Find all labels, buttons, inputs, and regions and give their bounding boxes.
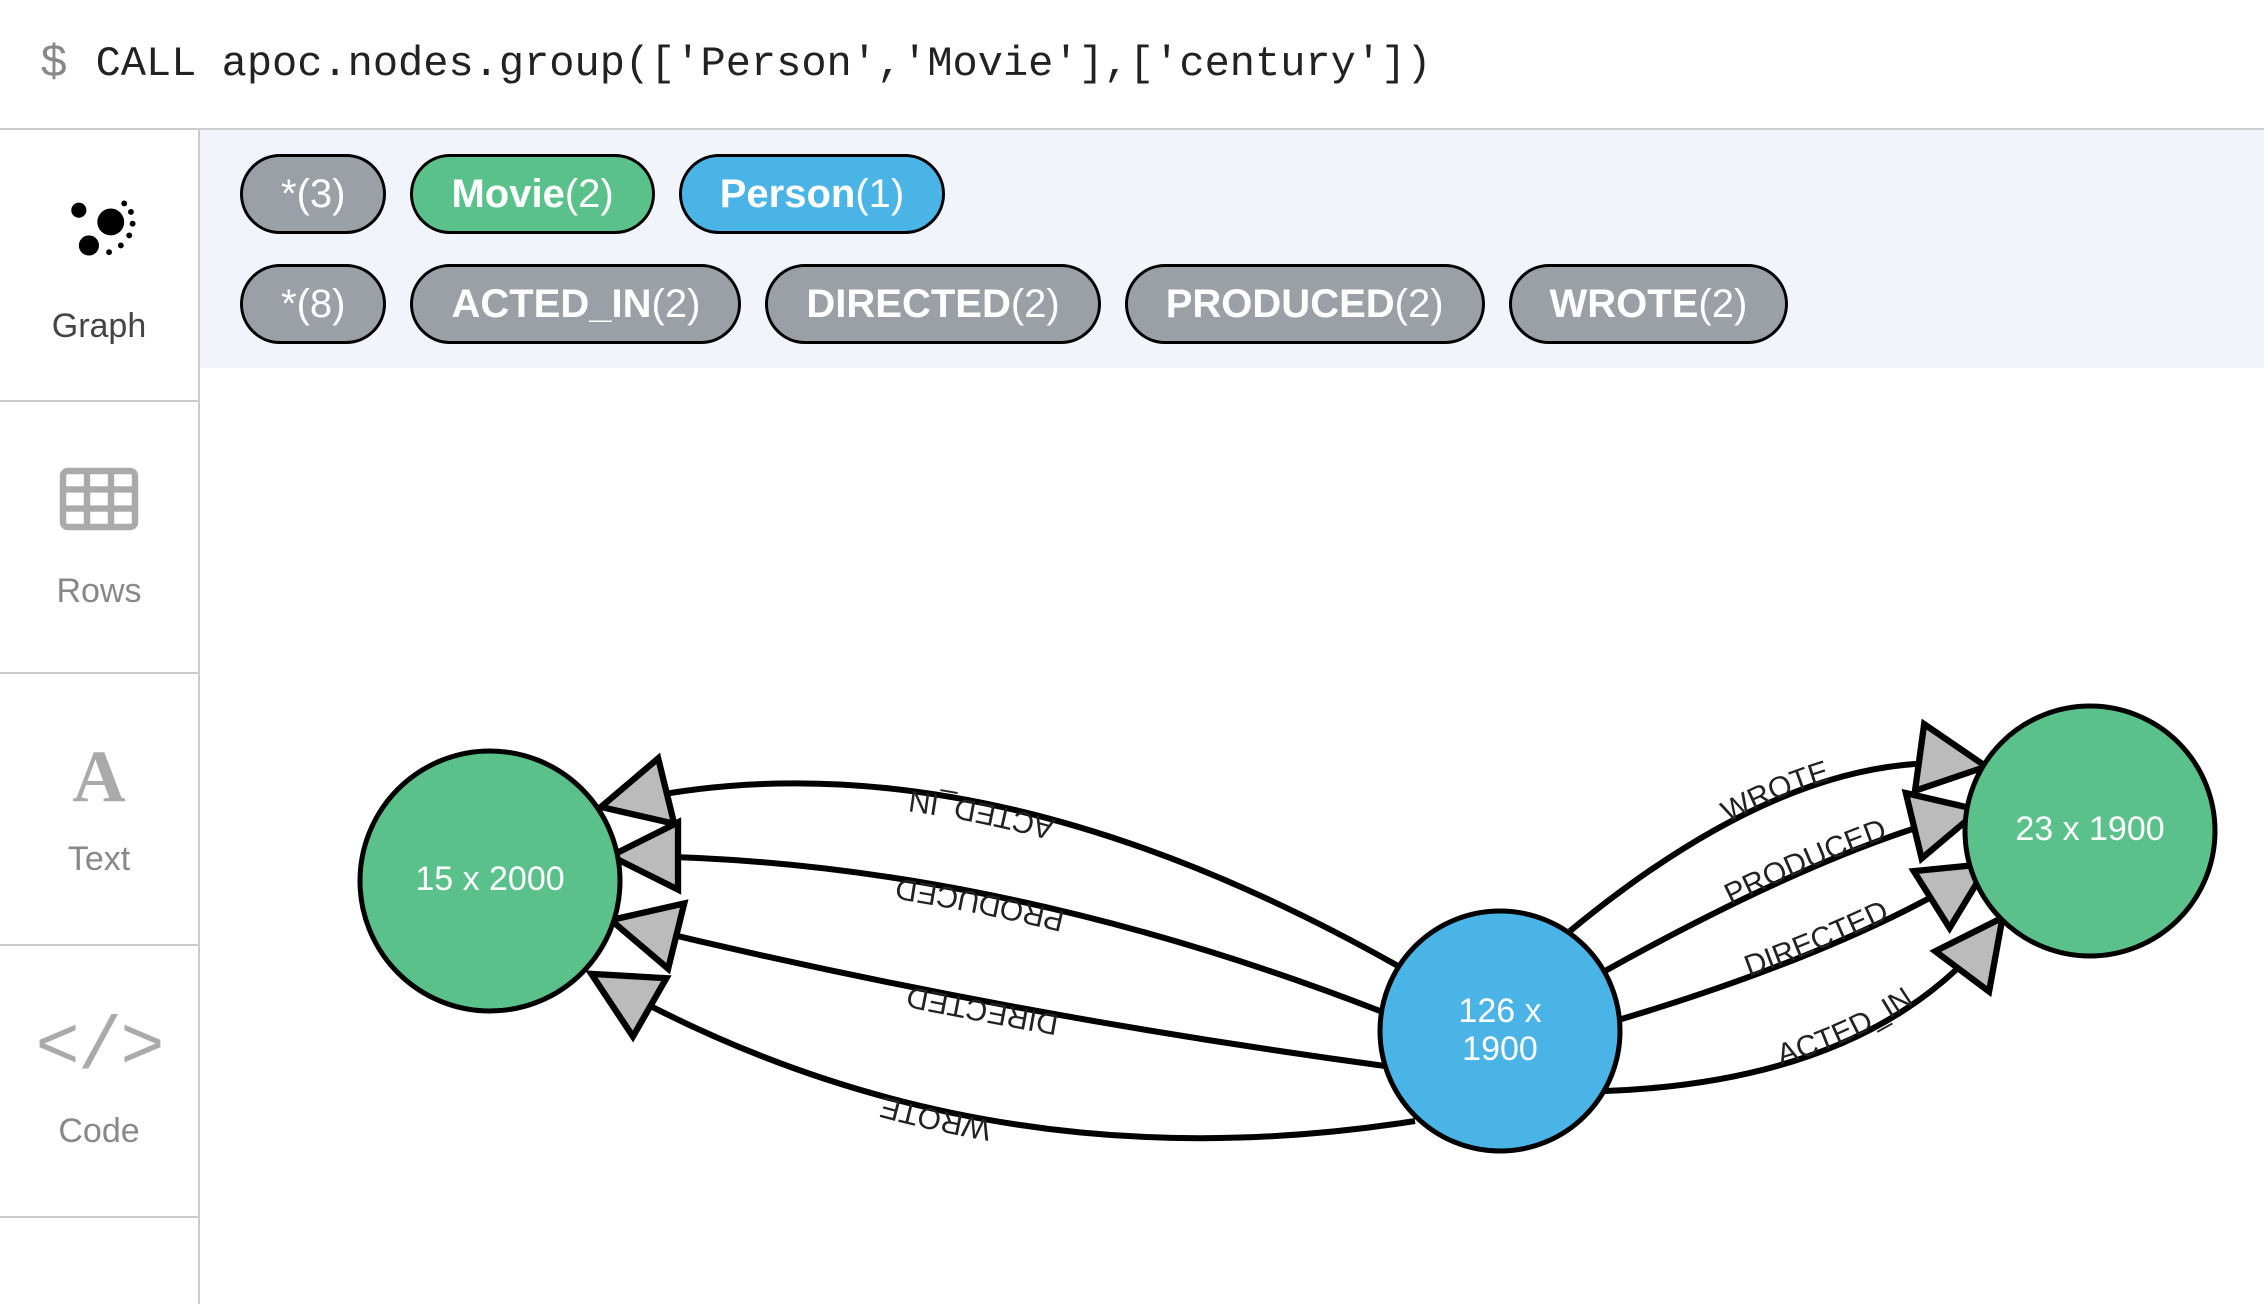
rel-chip-directed[interactable]: DIRECTED(2) xyxy=(765,264,1100,344)
graph-node-movie-1900[interactable]: 23 x 1900 xyxy=(1965,706,2215,956)
edge-label: DIRECTED xyxy=(1740,894,1893,983)
graph-visualization[interactable]: ACTED_IN PRODUCED DIRECTED WROTE WROTE P… xyxy=(200,368,2264,1304)
rel-chip-produced[interactable]: PRODUCED(2) xyxy=(1125,264,1485,344)
tab-code[interactable]: </> Code xyxy=(0,946,198,1218)
svg-text:15 x 2000: 15 x 2000 xyxy=(415,860,564,898)
overview-chip-area: *(3) Movie(2) Person(1) *(8) ACTED_IN(2)… xyxy=(200,130,2264,368)
query-text[interactable]: CALL apoc.nodes.group(['Person','Movie']… xyxy=(96,40,1432,88)
graph-icon xyxy=(57,185,141,281)
svg-text:1900: 1900 xyxy=(1462,1030,1538,1068)
edge-label: PRODUCED xyxy=(893,871,1067,937)
graph-node-movie-2000[interactable]: 15 x 2000 xyxy=(360,751,620,1011)
tab-label: Text xyxy=(68,840,130,879)
tab-rows[interactable]: Rows xyxy=(0,402,198,674)
edge-label: ACTED_IN xyxy=(1773,981,1919,1071)
query-bar[interactable]: $ CALL apoc.nodes.group(['Person','Movie… xyxy=(0,0,2264,130)
edge-label: PRODUCED xyxy=(1719,813,1890,911)
rel-chip-all[interactable]: *(8) xyxy=(240,264,386,344)
node-chip-all[interactable]: *(3) xyxy=(240,154,386,234)
relationship-type-chips: *(8) ACTED_IN(2) DIRECTED(2) PRODUCED(2)… xyxy=(240,264,2224,344)
table-icon xyxy=(59,464,139,546)
text-icon: A xyxy=(72,740,125,814)
tab-label: Code xyxy=(58,1112,139,1151)
tab-label: Graph xyxy=(52,307,147,346)
node-chip-movie[interactable]: Movie(2) xyxy=(410,154,654,234)
tab-label: Rows xyxy=(56,572,141,611)
rel-chip-acted-in[interactable]: ACTED_IN(2) xyxy=(410,264,741,344)
svg-text:23 x 1900: 23 x 1900 xyxy=(2015,810,2164,848)
query-prompt: $ xyxy=(40,38,68,90)
tab-text[interactable]: A Text xyxy=(0,674,198,946)
edge-label: WROTE xyxy=(876,1090,993,1147)
node-label-chips: *(3) Movie(2) Person(1) xyxy=(240,154,2224,234)
svg-text:126 x: 126 x xyxy=(1458,992,1541,1030)
edge-label: WROTE xyxy=(1716,755,1833,829)
edge-label: ACTED_IN xyxy=(907,784,1058,846)
rel-chip-wrote[interactable]: WROTE(2) xyxy=(1509,264,1789,344)
graph-node-person-1900[interactable]: 126 x 1900 xyxy=(1380,911,1620,1151)
edge-label: DIRECTED xyxy=(904,980,1061,1041)
tab-graph[interactable]: Graph xyxy=(0,130,198,402)
result-view-sidebar: Graph Rows A Text </> Code xyxy=(0,130,200,1304)
node-chip-person[interactable]: Person(1) xyxy=(679,154,946,234)
code-icon: </> xyxy=(35,1012,162,1086)
result-panel: *(3) Movie(2) Person(1) *(8) ACTED_IN(2)… xyxy=(200,130,2264,1304)
